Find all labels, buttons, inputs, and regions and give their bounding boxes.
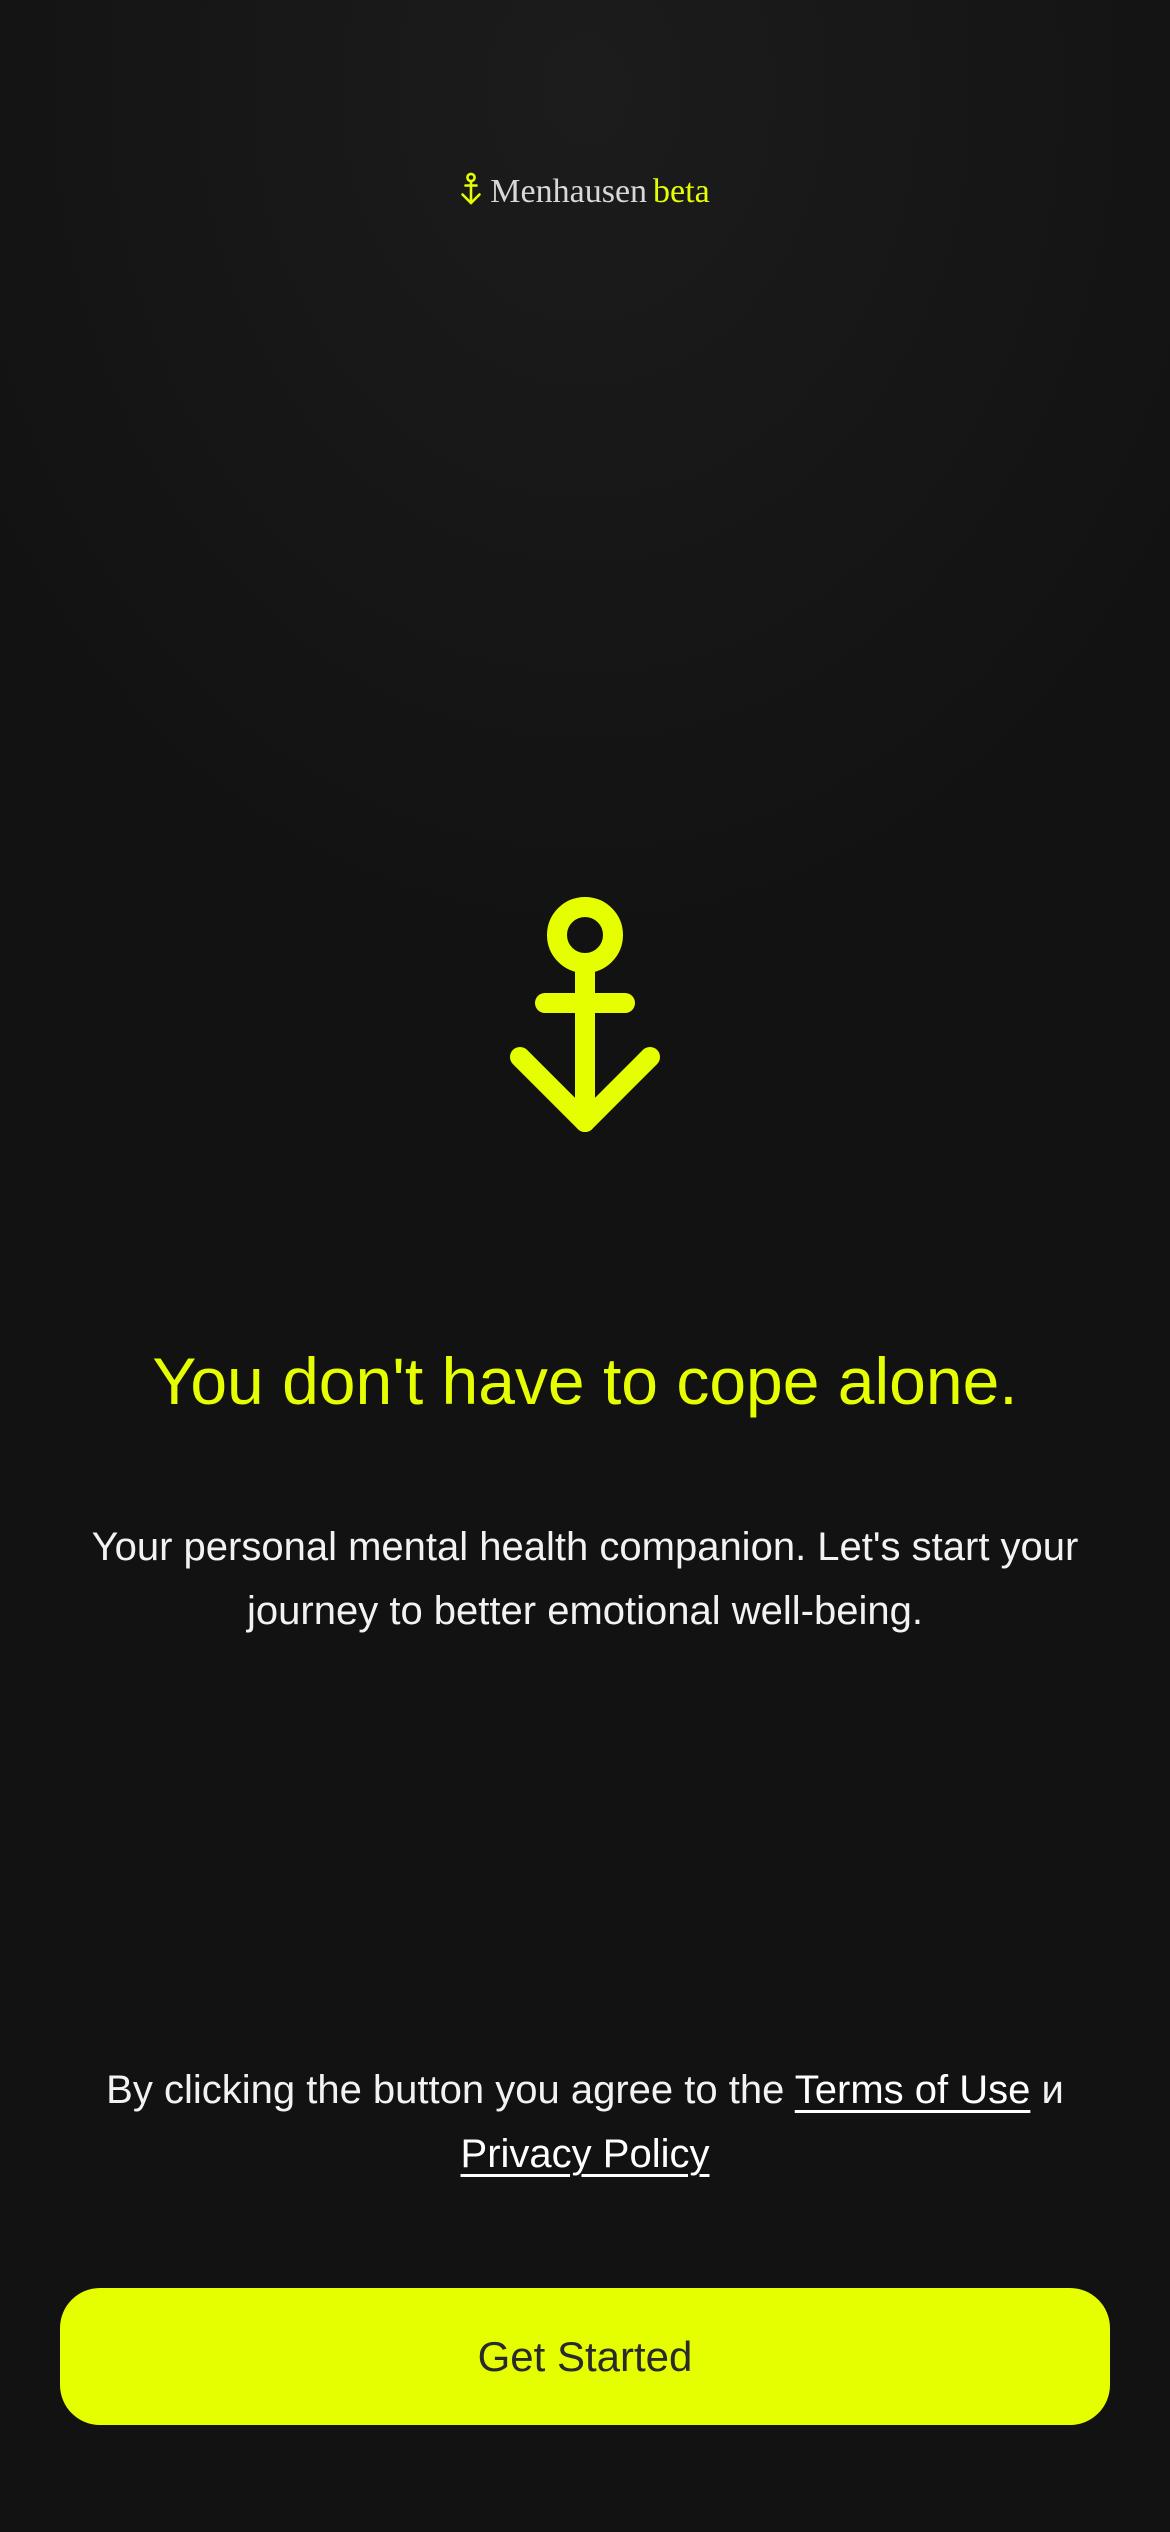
- legal-conjunction: и: [1041, 2068, 1064, 2112]
- subtitle: Your personal mental health companion. L…: [91, 1525, 1079, 1633]
- privacy-policy-link[interactable]: Privacy Policy: [461, 2132, 710, 2176]
- welcome-screen: Menhausen beta You don't have to cope alo…: [0, 0, 1170, 2532]
- terms-of-use-link[interactable]: Terms of Use: [795, 2068, 1031, 2112]
- hero-anchor-icon: [0, 896, 1170, 1141]
- anchor-icon: [460, 172, 482, 218]
- legal-prefix: By clicking the button you agree to the: [106, 2068, 785, 2112]
- legal-notice: By clicking the button you agree to the …: [100, 2058, 1070, 2186]
- headline: You don't have to cope alone.: [152, 1344, 1018, 1418]
- get-started-button[interactable]: Get Started: [60, 2288, 1110, 2425]
- beta-badge: beta: [653, 173, 710, 210]
- brand-header: Menhausen beta: [0, 170, 1170, 218]
- brand-name: Menhausen: [490, 173, 648, 210]
